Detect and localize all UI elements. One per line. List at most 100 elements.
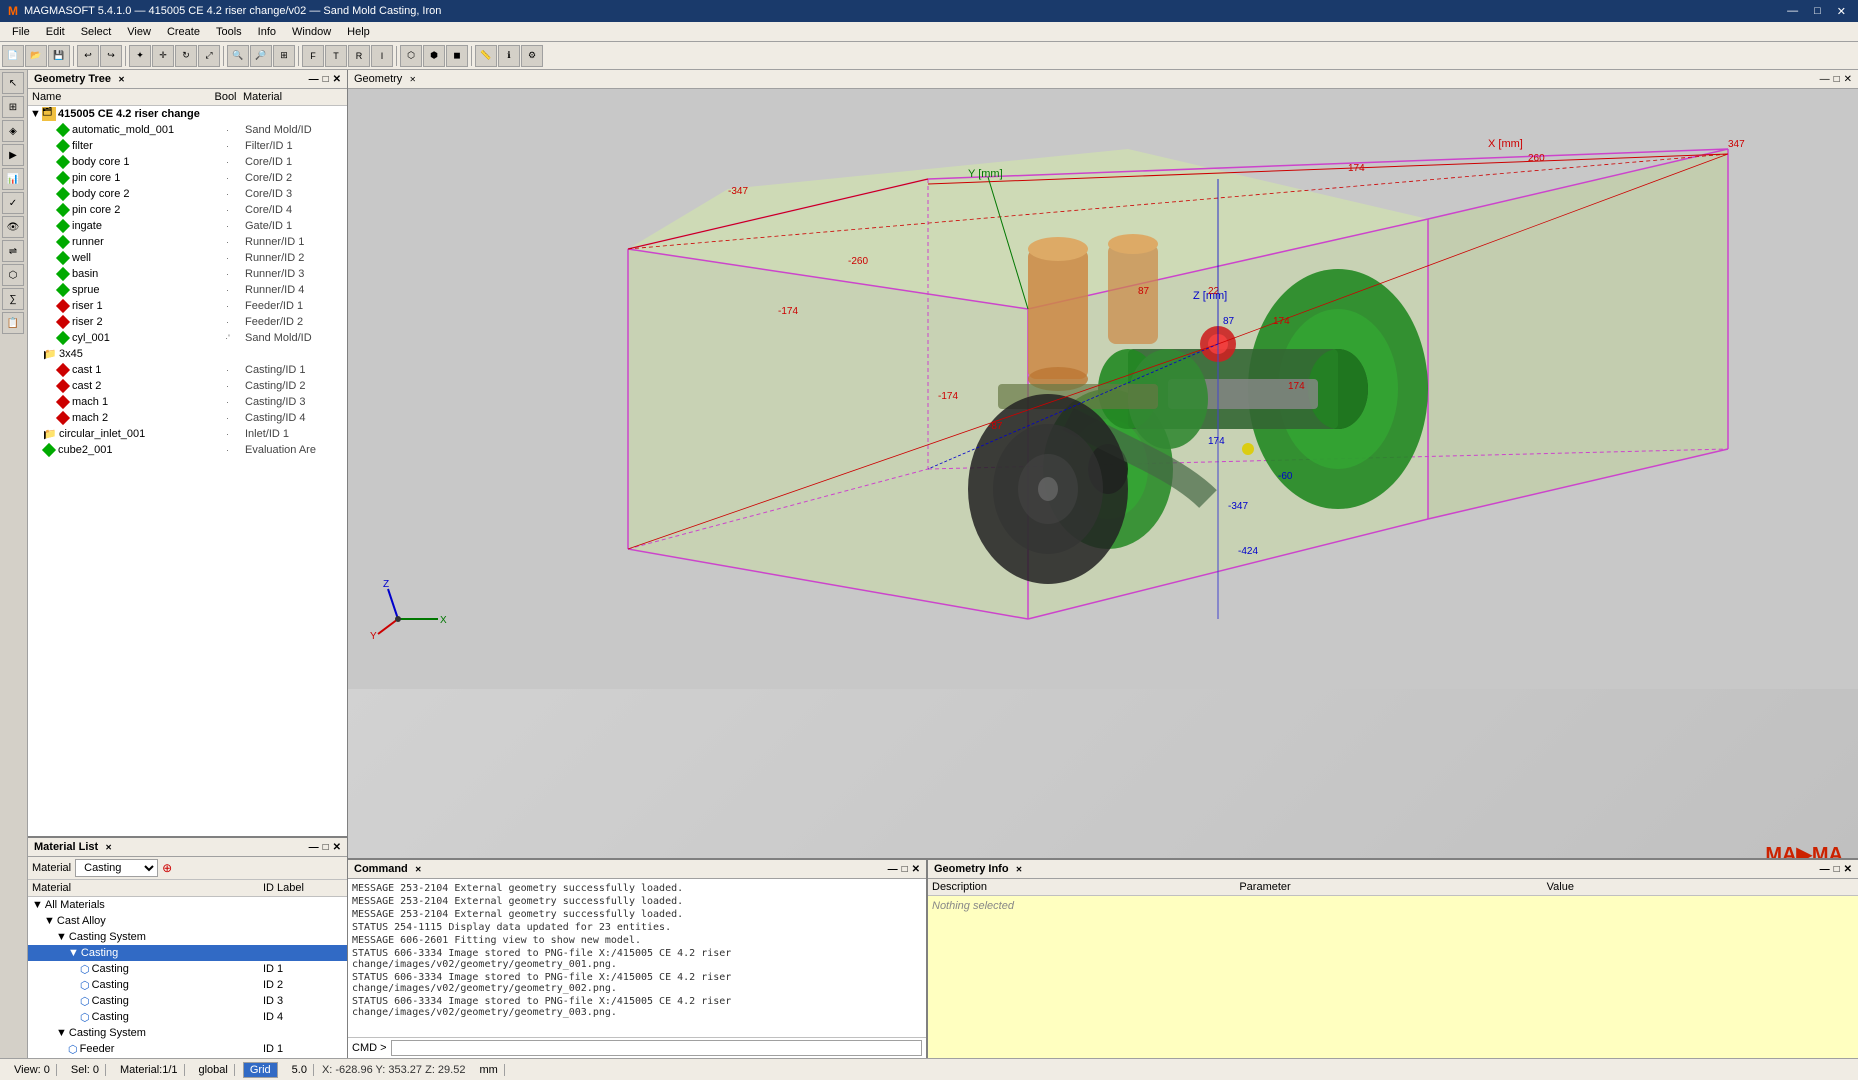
toolbar-fit[interactable]: ⊞ bbox=[273, 45, 295, 67]
mat-item[interactable]: ⬡CastingID 4 bbox=[28, 1009, 347, 1025]
geo-info-minimize[interactable]: — bbox=[1820, 864, 1830, 875]
toolbar-info[interactable]: ℹ bbox=[498, 45, 520, 67]
geo-info-maximize[interactable]: □ bbox=[1834, 864, 1840, 875]
menu-item-view[interactable]: View bbox=[119, 24, 159, 40]
toolbar-move[interactable]: ✛ bbox=[152, 45, 174, 67]
mat-item[interactable]: ⬡CastingID 2 bbox=[28, 977, 347, 993]
minimize-button[interactable]: — bbox=[1783, 5, 1802, 18]
toolbar-view-iso[interactable]: I bbox=[371, 45, 393, 67]
command-panel-tab[interactable]: Command ✕ bbox=[354, 863, 422, 875]
cmd-close[interactable]: ✕ bbox=[912, 864, 920, 875]
mat-add-btn[interactable]: ⊕ bbox=[162, 861, 172, 875]
toolbar-redo[interactable]: ↪ bbox=[100, 45, 122, 67]
sidebar-icon-material[interactable]: ◈ bbox=[2, 120, 24, 142]
material-filter-dropdown[interactable]: Casting All Sand Mold Core Feeder bbox=[75, 859, 158, 877]
menu-item-tools[interactable]: Tools bbox=[208, 24, 250, 40]
tree-root-expand[interactable]: ▼ bbox=[30, 108, 42, 120]
mat-item[interactable]: ▼Casting bbox=[28, 945, 347, 961]
sidebar-icon-results[interactable]: 📊 bbox=[2, 168, 24, 190]
viewport-tab[interactable]: Geometry ✕ bbox=[354, 73, 416, 85]
command-tab-close[interactable]: ✕ bbox=[415, 865, 422, 874]
sidebar-icon-pointer[interactable]: ↖ bbox=[2, 72, 24, 94]
tree-item[interactable]: filter·Filter/ID 1 bbox=[28, 138, 347, 154]
material-list-tab[interactable]: Material List ✕ bbox=[34, 841, 112, 853]
toolbar-select[interactable]: ✦ bbox=[129, 45, 151, 67]
mat-list-minimize[interactable]: — bbox=[309, 842, 319, 853]
viewport-tab-close[interactable]: ✕ bbox=[409, 75, 416, 84]
menu-item-create[interactable]: Create bbox=[159, 24, 208, 40]
mat-expand-3[interactable]: ▼ bbox=[68, 947, 79, 959]
menu-item-help[interactable]: Help bbox=[339, 24, 378, 40]
material-list-tab-close[interactable]: ✕ bbox=[105, 843, 112, 852]
mat-item[interactable]: ▼All Materials bbox=[28, 897, 347, 913]
tree-item[interactable]: cast 1·Casting/ID 1 bbox=[28, 362, 347, 378]
geometry-viewport-bg[interactable]: X [mm] 347 260 174 -347 -260 -174 bbox=[348, 89, 1858, 858]
tree-item[interactable]: sprue·Runner/ID 4 bbox=[28, 282, 347, 298]
toolbar-open[interactable]: 📂 bbox=[25, 45, 47, 67]
menu-item-window[interactable]: Window bbox=[284, 24, 339, 40]
mat-expand-2[interactable]: ▼ bbox=[56, 931, 67, 943]
tree-item[interactable]: ▶📁3x45 bbox=[28, 346, 347, 362]
sidebar-icon-geo[interactable]: ⬡ bbox=[2, 264, 24, 286]
toolbar-scale[interactable]: ⤢ bbox=[198, 45, 220, 67]
cmd-maximize[interactable]: □ bbox=[902, 864, 908, 875]
sidebar-icon-mesh[interactable]: ⊞ bbox=[2, 96, 24, 118]
viewport-close[interactable]: ✕ bbox=[1844, 74, 1852, 85]
cmd-minimize[interactable]: — bbox=[888, 864, 898, 875]
tree-item[interactable]: body core 2·Core/ID 3 bbox=[28, 186, 347, 202]
toolbar-undo[interactable]: ↩ bbox=[77, 45, 99, 67]
tree-item[interactable]: body core 1·Core/ID 1 bbox=[28, 154, 347, 170]
sidebar-icon-view[interactable]: 👁 bbox=[2, 216, 24, 238]
viewport[interactable]: Geometry ✕ — □ ✕ bbox=[348, 70, 1858, 858]
toolbar-view-front[interactable]: F bbox=[302, 45, 324, 67]
geometry-tree-tab-close[interactable]: ✕ bbox=[118, 75, 125, 84]
mat-list-close[interactable]: ✕ bbox=[333, 842, 341, 853]
geo-info-close[interactable]: ✕ bbox=[1844, 864, 1852, 875]
toolbar-measure[interactable]: 📏 bbox=[475, 45, 497, 67]
tree-item[interactable]: basin·Runner/ID 3 bbox=[28, 266, 347, 282]
mat-item[interactable]: ⬡FeederID 2 bbox=[28, 1057, 347, 1058]
close-button[interactable]: ✕ bbox=[1833, 5, 1850, 18]
toolbar-new[interactable]: 📄 bbox=[2, 45, 24, 67]
mat-item[interactable]: ▼Cast Alloy bbox=[28, 913, 347, 929]
toolbar-zoom-out[interactable]: 🔎 bbox=[250, 45, 272, 67]
tree-item[interactable]: mach 2·Casting/ID 4 bbox=[28, 410, 347, 426]
toolbar-rotate[interactable]: ↻ bbox=[175, 45, 197, 67]
tree-item[interactable]: pin core 2·Core/ID 4 bbox=[28, 202, 347, 218]
tree-item[interactable]: riser 2·Feeder/ID 2 bbox=[28, 314, 347, 330]
mat-expand-0[interactable]: ▼ bbox=[32, 899, 43, 911]
mat-item[interactable]: ⬡FeederID 1 bbox=[28, 1041, 347, 1057]
tree-item[interactable]: ▶📁circular_inlet_001·Inlet/ID 1 bbox=[28, 426, 347, 442]
menu-item-info[interactable]: Info bbox=[250, 24, 284, 40]
tree-item[interactable]: runner·Runner/ID 1 bbox=[28, 234, 347, 250]
menu-item-file[interactable]: File bbox=[4, 24, 38, 40]
viewport-maximize[interactable]: □ bbox=[1834, 74, 1840, 85]
sidebar-icon-calc[interactable]: ∑ bbox=[2, 288, 24, 310]
mat-list-maximize[interactable]: □ bbox=[323, 842, 329, 853]
tree-expand-14[interactable]: ▶ bbox=[30, 348, 44, 361]
geometry-info-tab[interactable]: Geometry Info ✕ bbox=[934, 863, 1022, 875]
tree-expand-19[interactable]: ▶ bbox=[30, 428, 44, 441]
tree-item[interactable]: well·Runner/ID 2 bbox=[28, 250, 347, 266]
tree-item[interactable]: pin core 1·Core/ID 2 bbox=[28, 170, 347, 186]
menu-item-edit[interactable]: Edit bbox=[38, 24, 73, 40]
maximize-button[interactable]: □ bbox=[1810, 5, 1825, 18]
sidebar-icon-report[interactable]: 📋 bbox=[2, 312, 24, 334]
toolbar-solid[interactable]: ⬢ bbox=[423, 45, 445, 67]
geometry-tree-tab[interactable]: Geometry Tree ✕ bbox=[34, 73, 125, 85]
toolbar-settings[interactable]: ⚙ bbox=[521, 45, 543, 67]
mat-expand-8[interactable]: ▼ bbox=[56, 1027, 67, 1039]
tree-item[interactable]: mach 1·Casting/ID 3 bbox=[28, 394, 347, 410]
mat-item[interactable]: ▼Casting System bbox=[28, 929, 347, 945]
sidebar-icon-quality[interactable]: ✓ bbox=[2, 192, 24, 214]
mat-item[interactable]: ▼Casting System bbox=[28, 1025, 347, 1041]
toolbar-shade[interactable]: ◼ bbox=[446, 45, 468, 67]
toolbar-wire[interactable]: ⬡ bbox=[400, 45, 422, 67]
mat-item[interactable]: ⬡CastingID 1 bbox=[28, 961, 347, 977]
tree-item[interactable]: cube2_001·Evaluation Are bbox=[28, 442, 347, 458]
geo-tree-minimize[interactable]: — bbox=[309, 74, 319, 85]
tree-item[interactable]: ingate·Gate/ID 1 bbox=[28, 218, 347, 234]
mat-expand-1[interactable]: ▼ bbox=[44, 915, 55, 927]
geo-tree-maximize[interactable]: □ bbox=[323, 74, 329, 85]
geo-tree-close[interactable]: ✕ bbox=[333, 74, 341, 85]
